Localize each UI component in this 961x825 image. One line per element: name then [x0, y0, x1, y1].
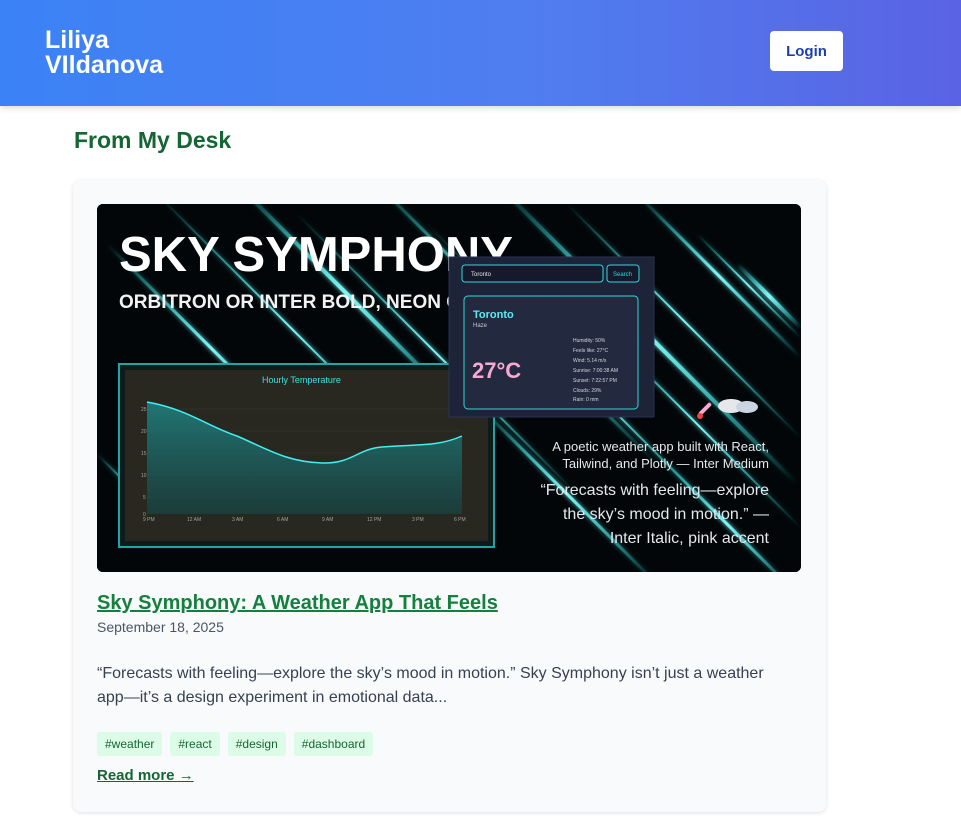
- chart-title: Hourly Temperature: [262, 375, 341, 385]
- y-tick: 15: [141, 451, 147, 457]
- tag-weather[interactable]: #weather: [97, 732, 163, 756]
- caption-line-2: Tailwind, and Plotly — Inter Medium: [562, 456, 769, 471]
- detail-sunrise: Sunrise: 7:00:38 AM: [573, 368, 618, 374]
- quote-line-2: the sky’s mood in motion.” —: [563, 506, 769, 523]
- detail-feels-like: Feels like: 27°C: [573, 348, 608, 354]
- read-more-link[interactable]: Read more →: [97, 767, 194, 784]
- detail-wind: Wind: 5.14 m/s: [573, 358, 607, 364]
- x-tick: 6 AM: [277, 517, 288, 523]
- x-tick: 12 AM: [187, 517, 201, 523]
- temperature: 27°C: [472, 358, 521, 383]
- theme-toggle-button[interactable]: [876, 38, 902, 64]
- y-tick: 20: [141, 429, 147, 435]
- x-tick: 3 PM: [412, 517, 424, 523]
- detail-rain: Rain: 0 mm: [573, 397, 599, 403]
- x-tick: 9 PM: [143, 517, 155, 523]
- login-button[interactable]: Login: [770, 31, 843, 71]
- caption-line-1: A poetic weather app built with React,: [552, 439, 769, 454]
- post-title-link[interactable]: Sky Symphony: A Weather App That Feels: [97, 592, 498, 615]
- blog-post-card: SKY SYMPHONY ORBITRON OR INTER BOLD, NEO…: [73, 180, 826, 812]
- tag-list: #weather #react #design #dashboard: [97, 732, 374, 756]
- detail-clouds: Clouds: 29%: [573, 388, 602, 394]
- detail-humidity: Humidity: 50%: [573, 338, 606, 344]
- logo-line-1: Liliya: [45, 26, 109, 54]
- site-header: Liliya VIldanova Login: [0, 0, 961, 106]
- post-date: September 18, 2025: [97, 619, 224, 635]
- tag-react[interactable]: #react: [170, 732, 220, 756]
- logo-line-2: VIldanova: [45, 51, 164, 79]
- y-tick: 25: [141, 407, 147, 413]
- tag-dashboard[interactable]: #dashboard: [293, 732, 374, 756]
- tag-design[interactable]: #design: [227, 732, 286, 756]
- search-button: Search: [613, 272, 632, 278]
- condition: Haze: [473, 323, 488, 329]
- city-name: Toronto: [473, 309, 514, 321]
- hourly-temperature-chart-preview: Hourly Temperature 25 20 15 10 5 0 9 PM …: [118, 363, 495, 548]
- weather-card-preview: Toronto Search Toronto Haze 27°C Humidit…: [448, 256, 655, 418]
- site-logo[interactable]: Liliya VIldanova: [45, 28, 163, 78]
- hero-subheadline: ORBITRON OR INTER BOLD, NEON CYAN: [119, 292, 498, 313]
- x-tick: 6 PM: [454, 517, 466, 523]
- y-tick: 5: [143, 495, 146, 501]
- x-tick: 12 PM: [367, 517, 381, 523]
- detail-sunset: Sunset: 7:22:57 PM: [573, 378, 617, 384]
- y-tick: 10: [141, 473, 147, 479]
- x-tick: 3 AM: [232, 517, 243, 523]
- quote-line-3: Inter Italic, pink accent: [610, 530, 770, 547]
- quote-line-1: “Forecasts with feeling—explore: [540, 482, 769, 499]
- search-value: Toronto: [471, 272, 492, 278]
- moon-icon: [882, 43, 892, 58]
- post-excerpt: “Forecasts with feeling—explore the sky’…: [97, 665, 764, 706]
- section-title: From My Desk: [74, 127, 232, 153]
- post-hero-image[interactable]: SKY SYMPHONY ORBITRON OR INTER BOLD, NEO…: [97, 204, 801, 572]
- x-tick: 9 AM: [322, 517, 333, 523]
